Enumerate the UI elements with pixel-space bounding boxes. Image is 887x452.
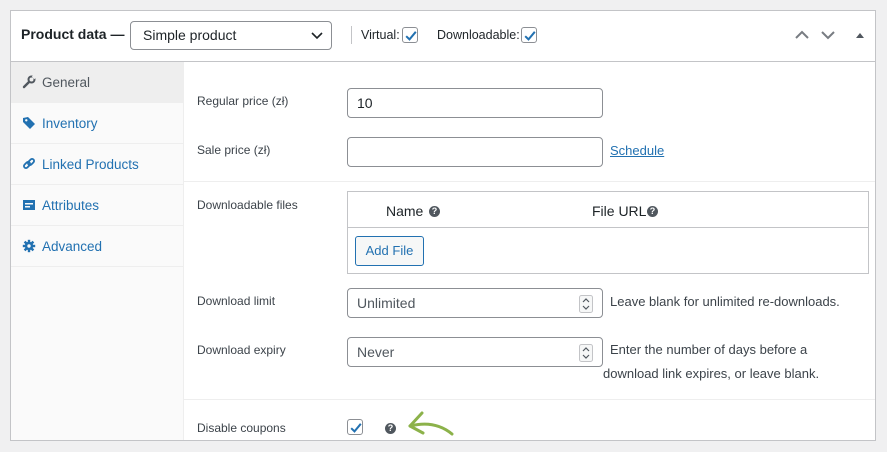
disable-coupons-checkbox[interactable]	[347, 419, 363, 435]
download-limit-label: Download limit	[197, 294, 276, 308]
table-icon	[22, 198, 36, 212]
section-divider	[184, 181, 875, 182]
product-type-select[interactable]: Simple product	[130, 21, 332, 50]
tab-label: General	[42, 75, 91, 90]
virtual-checkbox[interactable]	[402, 27, 418, 43]
header-divider	[351, 26, 352, 44]
download-expiry-hint-line1: Enter the number of days before a	[610, 342, 808, 357]
tab-label: Advanced	[42, 239, 103, 254]
checkmark-icon	[405, 31, 417, 41]
column-name: Name	[386, 203, 424, 219]
product-data-panel: Product data — Simple product Virtual: D…	[10, 10, 876, 441]
download-expiry-label: Download expiry	[197, 343, 286, 357]
annotation-arrow-icon	[406, 407, 458, 448]
general-panel: Regular price (zł) 10 Sale price (zł) Sc…	[184, 62, 875, 440]
triangle-up-icon[interactable]	[852, 27, 868, 43]
product-type-value: Simple product	[143, 27, 237, 43]
chevron-down-icon	[311, 22, 323, 58]
download-limit-placeholder: Unlimited	[357, 295, 416, 311]
panel-title: Product data —	[21, 26, 125, 42]
sale-price-input[interactable]	[347, 137, 603, 167]
help-icon[interactable]: ?	[385, 423, 396, 434]
add-file-button[interactable]: Add File	[355, 236, 424, 266]
help-icon[interactable]: ?	[429, 206, 440, 217]
regular-price-value: 10	[357, 95, 373, 111]
schedule-link[interactable]: Schedule	[610, 143, 664, 158]
disable-coupons-label: Disable coupons	[197, 421, 286, 435]
download-limit-hint: Leave blank for unlimited re-downloads.	[610, 294, 840, 309]
regular-price-input[interactable]: 10	[347, 88, 603, 118]
downloadable-files-label: Downloadable files	[197, 198, 298, 212]
gear-icon	[22, 239, 36, 253]
checkmark-icon	[350, 423, 362, 433]
checkmark-icon	[524, 31, 536, 41]
tab-inventory[interactable]: Inventory	[11, 103, 183, 144]
tab-advanced[interactable]: Advanced	[11, 226, 183, 267]
downloadable-label: Downloadable:	[437, 28, 520, 42]
tag-icon	[22, 116, 36, 130]
link-icon	[22, 157, 36, 171]
download-expiry-hint-line2: download link expires, or leave blank.	[603, 366, 820, 381]
download-expiry-input[interactable]: Never	[347, 337, 603, 367]
section-divider	[184, 399, 875, 400]
chevron-down-icon[interactable]	[820, 27, 836, 43]
tab-attributes[interactable]: Attributes	[11, 185, 183, 226]
downloadable-checkbox[interactable]	[521, 27, 537, 43]
download-limit-input[interactable]: Unlimited	[347, 288, 603, 318]
wrench-icon	[22, 75, 36, 89]
sale-price-label: Sale price (zł)	[197, 143, 271, 157]
spinner-icon[interactable]	[579, 294, 593, 313]
tab-general[interactable]: General	[11, 62, 183, 103]
downloadable-files-table: Name ? File URL ? Add File	[347, 191, 869, 274]
chevron-up-icon[interactable]	[794, 27, 810, 43]
tab-label: Linked Products	[42, 157, 139, 172]
tab-label: Attributes	[42, 198, 100, 213]
virtual-label: Virtual:	[361, 28, 400, 42]
product-data-header: Product data — Simple product Virtual: D…	[11, 11, 875, 62]
product-data-tabs: General Inventory Linked Products Attrib…	[11, 62, 184, 440]
column-file-url: File URL	[592, 203, 647, 219]
download-expiry-placeholder: Never	[357, 344, 395, 360]
tab-label: Inventory	[42, 116, 98, 131]
tab-linked-products[interactable]: Linked Products	[11, 144, 183, 185]
help-icon[interactable]: ?	[647, 206, 658, 217]
regular-price-label: Regular price (zł)	[197, 94, 289, 108]
spinner-icon[interactable]	[579, 343, 593, 362]
files-table-header: Name ? File URL ?	[348, 192, 868, 228]
